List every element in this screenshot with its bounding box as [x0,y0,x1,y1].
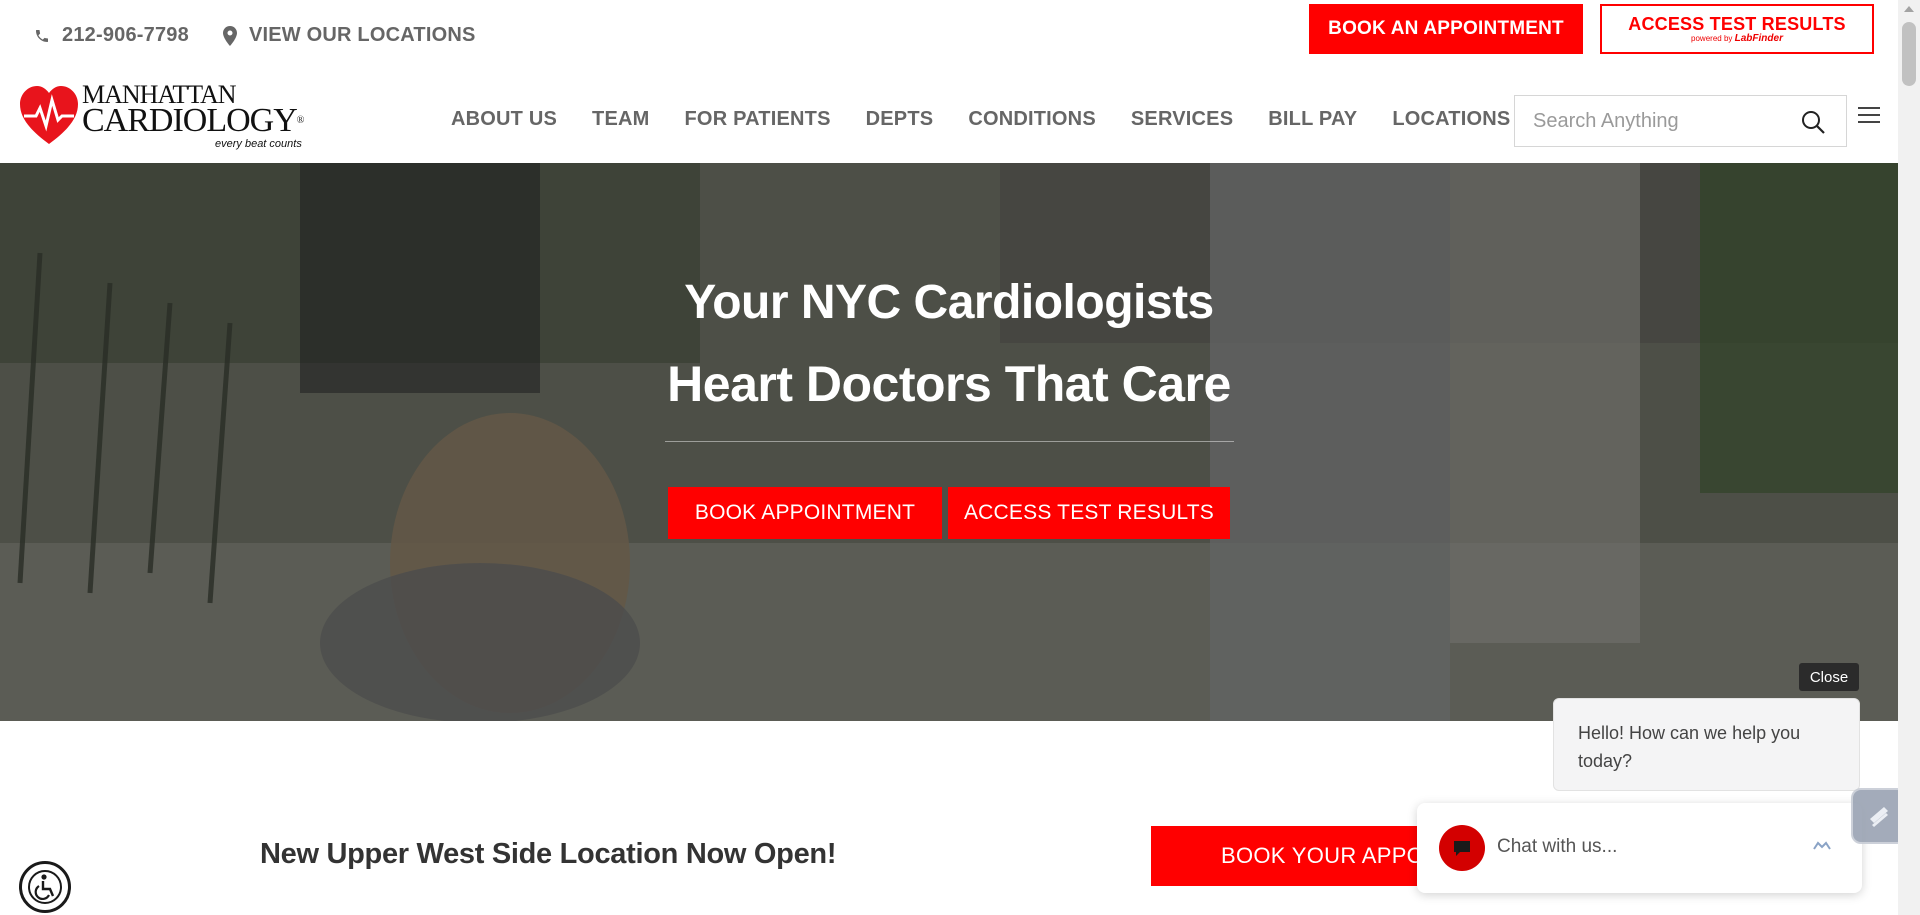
nav-depts[interactable]: DEPTS [866,108,934,131]
main-header: MANHATTAN CARDIOLOGY® every beat counts … [0,72,1898,162]
hero-overlay [0,163,1898,721]
contact-links: 212-906-7798 VIEW OUR LOCATIONS [34,24,476,47]
logo-tagline: every beat counts [215,138,302,150]
book-appointment-button[interactable]: BOOK AN APPOINTMENT [1309,4,1583,54]
phone-icon [36,29,48,42]
hero-access-test-results-button[interactable]: ACCESS TEST RESULTS [948,487,1230,539]
powered-by-labfinder: powered by LabFinder [1691,34,1783,44]
chat-input-label[interactable]: Chat with us... [1497,836,1617,858]
map-pin-icon [222,25,237,46]
search-box [1514,95,1847,147]
accessibility-button[interactable] [19,861,71,913]
access-test-results-button[interactable]: ACCESS TEST RESULTS powered by LabFinder [1600,4,1874,54]
primary-nav: ABOUT US TEAM FOR PATIENTS DEPTS CONDITI… [451,108,1510,131]
nav-locations[interactable]: LOCATIONS [1392,108,1510,131]
hero-subtitle: Heart Doctors That Care [667,356,1231,412]
nav-team[interactable]: TEAM [592,108,649,131]
scrollbar-thumb[interactable] [1902,22,1916,86]
page-scrollbar[interactable] [1898,0,1920,915]
utility-bar: 212-906-7798 VIEW OUR LOCATIONS BOOK AN … [0,0,1898,72]
search-icon[interactable] [1800,109,1826,135]
phone-number[interactable]: 212-906-7798 [62,24,189,47]
nav-bill-pay[interactable]: BILL PAY [1268,108,1357,131]
promo-heading: New Upper West Side Location Now Open! [260,838,837,870]
nav-services[interactable]: SERVICES [1131,108,1233,131]
phone-link[interactable]: 212-906-7798 [34,24,189,47]
powered-by-label: powered by [1691,34,1735,43]
nav-for-patients[interactable]: FOR PATIENTS [685,108,831,131]
accessibility-icon [28,870,62,904]
chat-greeting-bubble[interactable]: Hello! How can we help you today? [1553,698,1860,791]
hamburger-menu-icon[interactable] [1858,106,1880,124]
scroll-up-arrow-icon[interactable] [1904,6,1914,12]
nav-about-us[interactable]: ABOUT US [451,108,557,131]
hero-banner: Your NYC Cardiologists Heart Doctors Tha… [0,163,1898,721]
access-test-results-label: ACCESS TEST RESULTS [1628,14,1846,34]
site-logo[interactable]: MANHATTAN CARDIOLOGY® every beat counts [20,82,330,158]
chat-launcher-icon [1870,807,1888,827]
chat-bar[interactable]: Chat with us... [1417,803,1862,893]
heart-logo-icon [20,86,78,144]
logo-line2: CARDIOLOGY® [82,104,305,138]
logo-wordmark: MANHATTAN CARDIOLOGY® [82,82,305,138]
chat-avatar [1439,825,1485,871]
hero-book-appointment-button[interactable]: BOOK APPOINTMENT [668,487,942,539]
search-input[interactable] [1515,109,1785,133]
chat-message-icon [1454,841,1470,856]
hero-divider [665,441,1234,442]
locations-link-label[interactable]: VIEW OUR LOCATIONS [249,24,476,47]
hero-title: Your NYC Cardiologists [684,276,1214,329]
labfinder-brand: LabFinder [1734,33,1783,44]
nav-conditions[interactable]: CONDITIONS [968,108,1096,131]
registered-mark: ® [296,115,305,126]
locations-link[interactable]: VIEW OUR LOCATIONS [222,24,476,47]
chat-close-button[interactable]: Close [1799,663,1859,691]
logo-line2-text: CARDIOLOGY [82,102,298,139]
chevron-up-icon[interactable] [1812,839,1832,851]
